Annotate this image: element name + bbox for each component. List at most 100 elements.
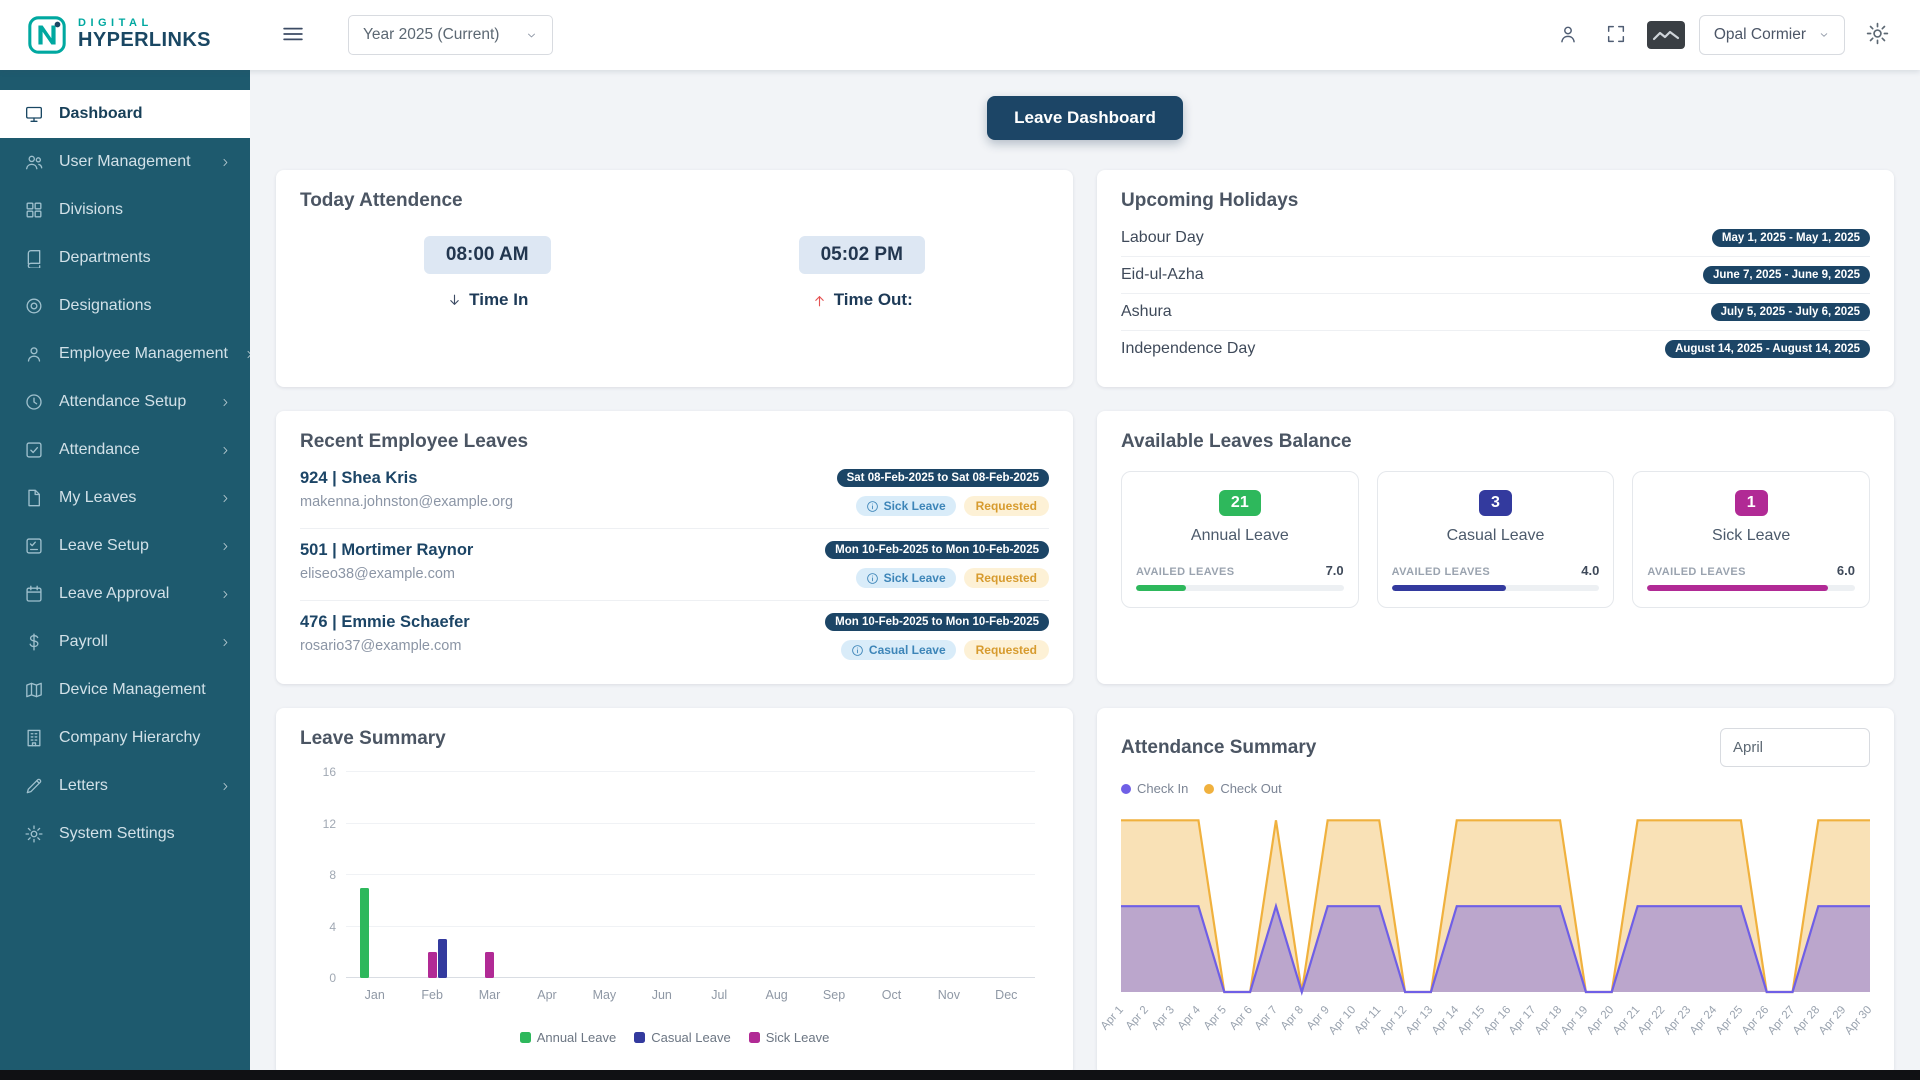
gridline — [346, 823, 1035, 824]
leave-summary-card: Leave Summary 0481216JanFebMarAprMayJunJ… — [276, 708, 1073, 1070]
holiday-name: Labour Day — [1121, 229, 1204, 247]
leave-details: Mon 10-Feb-2025 to Mon 10-Feb-2025Sick L… — [825, 541, 1049, 588]
dollar-icon — [24, 632, 44, 652]
sidebar-item-device-management[interactable]: Device Management — [0, 666, 250, 714]
leave-type-name: Sick Leave — [1712, 527, 1790, 545]
bar-sick-leave — [485, 952, 494, 978]
legend-item: Annual Leave — [520, 1030, 617, 1045]
y-axis-label: 4 — [329, 920, 336, 934]
taskbar-strip — [0, 1070, 1920, 1080]
chevron-down-icon — [525, 29, 538, 42]
chevron-right-icon — [219, 444, 232, 457]
hamburger-icon — [280, 21, 306, 50]
divisions-icon — [24, 200, 44, 220]
sidebar-item-leave-setup[interactable]: Leave Setup — [0, 522, 250, 570]
availed-row: AVAILED LEAVES6.0 — [1647, 563, 1855, 578]
card-title: Available Leaves Balance — [1121, 431, 1870, 453]
fullscreen-button[interactable] — [1599, 17, 1633, 54]
time-in-label: Time In — [469, 290, 528, 310]
sidebar-item-my-leaves[interactable]: My Leaves — [0, 474, 250, 522]
card-header-row: Attendance Summary — [1121, 728, 1870, 767]
holiday-row: Eid-ul-AzhaJune 7, 2025 - June 9, 2025 — [1121, 257, 1870, 294]
availed-value: 7.0 — [1326, 563, 1344, 578]
leave-row: 501 | Mortimer Raynoreliseo38@example.co… — [300, 529, 1049, 601]
holiday-row: Independence DayAugust 14, 2025 - August… — [1121, 331, 1870, 367]
leave-type-badge: Sick Leave — [856, 496, 956, 516]
chart-legend: Annual LeaveCasual LeaveSick Leave — [300, 1030, 1049, 1045]
sidebar-toggle-button[interactable] — [274, 15, 312, 56]
info-icon — [866, 500, 879, 513]
sidebar-item-leave-approval[interactable]: Leave Approval — [0, 570, 250, 618]
progress-track — [1647, 585, 1855, 591]
brand-text: DIGITAL HYPERLINKS — [78, 18, 211, 51]
dashboard-icon — [24, 104, 44, 124]
chevron-right-icon — [219, 540, 232, 553]
pen-icon — [24, 776, 44, 796]
sidebar-item-attendance-setup[interactable]: Attendance Setup — [0, 378, 250, 426]
holiday-list: Labour Day May 1, 2025 - May 1, 2025 Eid-u… — [1121, 220, 1870, 367]
employee-email: rosario37@example.com — [300, 638, 470, 654]
attendance-times: 08:00 AM Time In 05:02 PM Time Out: — [300, 236, 1049, 310]
bar-casual-leave — [438, 939, 447, 978]
topbar-actions: Opal Cormier — [1551, 15, 1920, 55]
availed-row: AVAILED LEAVES 7.0 — [1136, 563, 1344, 578]
sidebar-item-system-settings[interactable]: System Settings — [0, 810, 250, 858]
month-filter-input[interactable] — [1720, 728, 1870, 767]
leave-list: 924 | Shea Krismakenna.johnston@example.… — [300, 457, 1049, 664]
chevron-right-icon — [219, 156, 232, 169]
sidebar-item-label: Dashboard — [59, 105, 143, 123]
sidebar-item-employee-management[interactable]: Employee Management — [0, 330, 250, 378]
bar-annual-leave — [360, 888, 369, 978]
sidebar-item-departments[interactable]: Departments — [0, 234, 250, 282]
sidebar-item-label: Payroll — [59, 633, 108, 651]
holiday-dates-badge: May 1, 2025 - May 1, 2025 — [1712, 229, 1870, 247]
leave-dates-badge: Mon 10-Feb-2025 to Mon 10-Feb-2025 — [825, 541, 1049, 559]
sidebar-item-designations[interactable]: Designations — [0, 282, 250, 330]
map-icon — [24, 680, 44, 700]
calendar-icon — [24, 584, 44, 604]
availed-row: AVAILED LEAVES4.0 — [1392, 563, 1600, 578]
holiday-dates-badge: June 7, 2025 - June 9, 2025 — [1703, 266, 1870, 284]
brand-logo[interactable]: DIGITAL HYPERLINKS — [0, 14, 250, 56]
sidebar-item-company-hierarchy[interactable]: Company Hierarchy — [0, 714, 250, 762]
leave-badges: Sick LeaveRequested — [856, 496, 1049, 516]
time-out-value: 05:02 PM — [799, 236, 925, 274]
chevron-right-icon — [219, 780, 232, 793]
year-select[interactable]: Year 2025 (Current) — [348, 15, 553, 55]
sidebar-item-letters[interactable]: Letters — [0, 762, 250, 810]
leave-count-badge: 21 — [1219, 490, 1261, 516]
employee-leave-link[interactable]: 501 | Mortimer Raynor — [300, 541, 473, 560]
x-axis-label: Oct — [882, 988, 901, 1002]
settings-gear-button[interactable] — [1859, 15, 1896, 55]
leave-type-badge: Casual Leave — [841, 640, 956, 660]
sidebar-item-label: Divisions — [59, 201, 123, 219]
availed-label: AVAILED LEAVES — [1136, 566, 1235, 578]
holiday-dates-badge: August 14, 2025 - August 14, 2025 — [1665, 340, 1870, 358]
person-icon — [24, 344, 44, 364]
user-icon — [1557, 23, 1579, 48]
sidebar-item-dashboard[interactable]: Dashboard — [0, 90, 250, 138]
x-axis-label: Feb — [421, 988, 443, 1002]
gear-icon — [1865, 21, 1890, 49]
user-menu[interactable]: Opal Cormier — [1699, 15, 1845, 55]
holiday-row: Labour Day May 1, 2025 - May 1, 2025 — [1121, 220, 1870, 257]
employee-leave-link[interactable]: 476 | Emmie Schaefer — [300, 613, 470, 632]
sidebar-item-attendance[interactable]: Attendance — [0, 426, 250, 474]
sidebar-item-divisions[interactable]: Divisions — [0, 186, 250, 234]
y-axis-label: 12 — [323, 817, 336, 831]
card-title: Upcoming Holidays — [1121, 190, 1870, 212]
leave-dashboard-button[interactable]: Leave Dashboard — [987, 96, 1183, 140]
x-axis-label: Aug — [766, 988, 788, 1002]
chevron-right-icon — [243, 348, 250, 361]
sidebar-item-user-management[interactable]: User Management — [0, 138, 250, 186]
leave-details: Mon 10-Feb-2025 to Mon 10-Feb-2025Casual… — [825, 613, 1049, 660]
chevron-right-icon — [219, 636, 232, 649]
handshake-image[interactable] — [1647, 21, 1685, 49]
chart-plot-area: 0481216JanFebMarAprMayJunJulAugSepOctNov… — [346, 772, 1035, 978]
x-axis-label: Apr — [537, 988, 556, 1002]
x-axis-label: May — [593, 988, 617, 1002]
employee-leave-link[interactable]: 924 | Shea Kris — [300, 469, 417, 488]
profile-icon-button[interactable] — [1551, 17, 1585, 54]
sidebar-item-payroll[interactable]: Payroll — [0, 618, 250, 666]
gridline — [346, 926, 1035, 927]
